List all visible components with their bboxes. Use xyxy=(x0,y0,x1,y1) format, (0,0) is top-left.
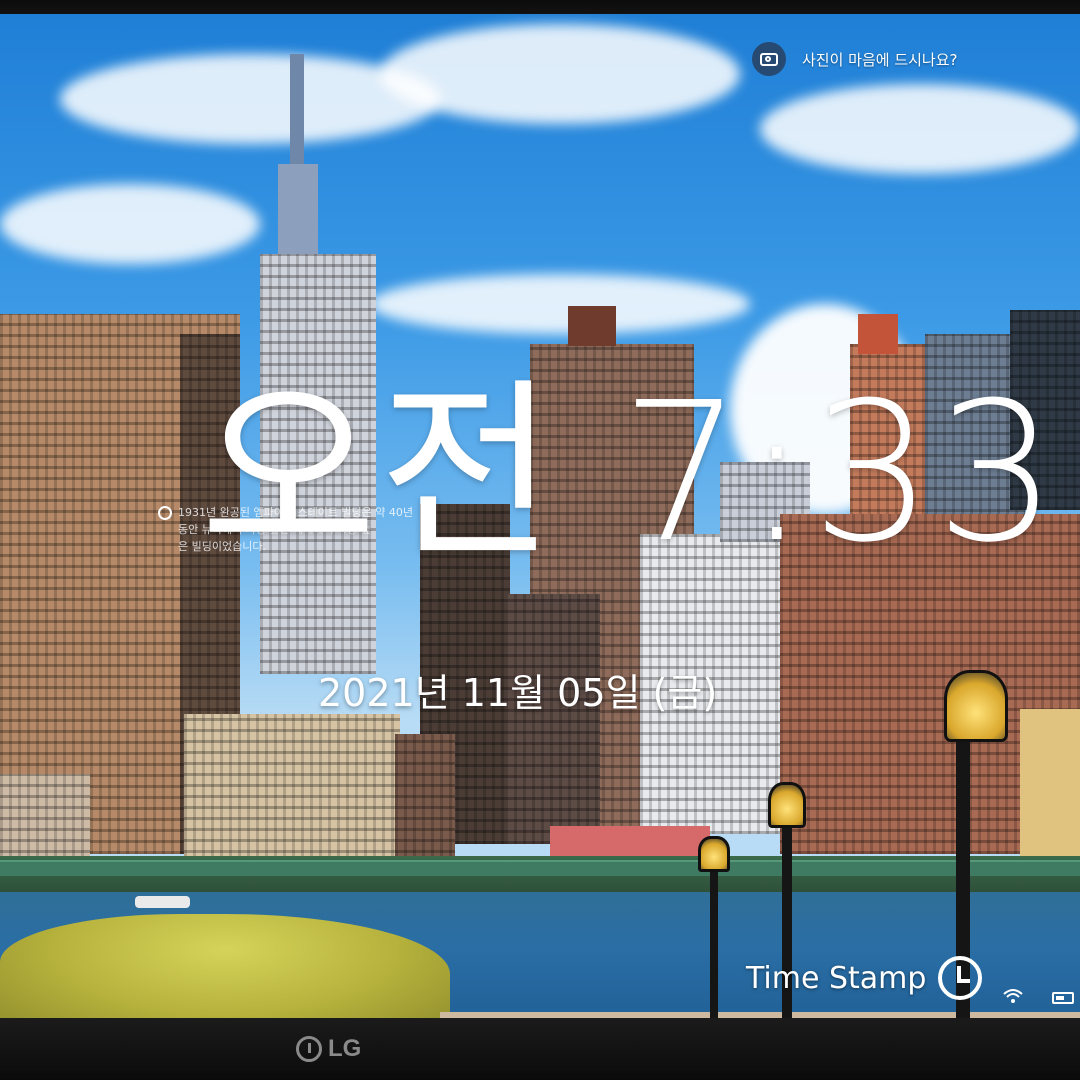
photo-feedback-label: 사진이 마음에 드시나요? xyxy=(802,50,958,69)
cloud xyxy=(0,184,260,264)
building xyxy=(1020,709,1080,859)
lock-screen-date: 2021년 11월 05일 (금) xyxy=(318,671,718,715)
building-warehouse xyxy=(184,714,400,864)
battery-icon[interactable] xyxy=(1052,992,1074,1004)
cloud xyxy=(380,24,740,124)
building xyxy=(395,734,455,864)
building-top xyxy=(568,306,616,346)
monitor-brand-logo: LG xyxy=(296,1032,361,1066)
wifi-icon[interactable] xyxy=(1002,988,1024,1004)
cloud xyxy=(370,274,750,334)
bridge xyxy=(0,860,1080,876)
lamp xyxy=(768,782,806,828)
building xyxy=(505,594,600,844)
lg-logo-icon xyxy=(296,1036,322,1062)
lamp xyxy=(698,836,730,872)
lamp xyxy=(944,670,1008,742)
photo-feedback-prompt[interactable]: 사진이 마음에 드시나요? xyxy=(752,42,958,76)
info-icon[interactable] xyxy=(158,506,172,520)
clock-icon xyxy=(938,956,983,1000)
timestamp-watermark: Time Stamp xyxy=(746,956,983,1000)
brand-text: LG xyxy=(328,1035,362,1062)
camera-icon[interactable] xyxy=(752,42,786,76)
empire-state-top xyxy=(278,164,318,264)
watermark-text: Time Stamp xyxy=(746,960,927,996)
cloud xyxy=(760,84,1080,174)
lamp-post xyxy=(710,864,718,1024)
monitor-bezel-bottom xyxy=(0,1018,1080,1080)
boat xyxy=(135,896,190,908)
lock-screen-clock: 오전 7:33 xyxy=(200,362,1060,585)
grass-foreground xyxy=(0,914,450,1024)
building-top xyxy=(858,314,898,354)
building xyxy=(0,774,90,864)
